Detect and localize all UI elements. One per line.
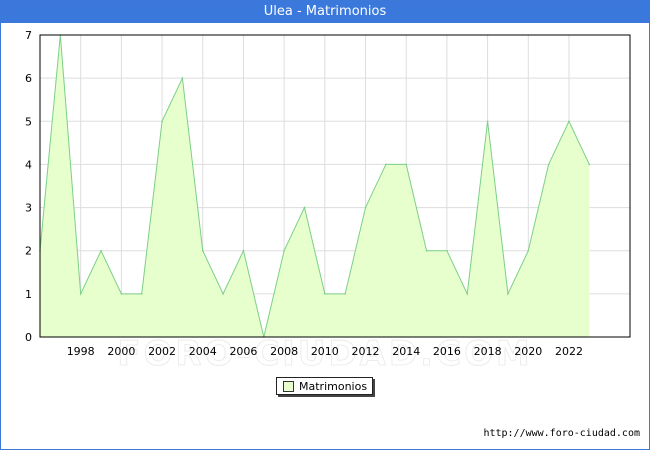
data-point <box>303 206 306 209</box>
data-point <box>324 293 326 295</box>
data-point <box>405 163 408 166</box>
x-tick-label: 2018 <box>474 345 502 358</box>
x-tick-label: 2016 <box>433 345 461 358</box>
x-tick-label: 2022 <box>555 345 583 358</box>
data-point <box>385 163 387 166</box>
x-tick-label: 1998 <box>67 345 95 358</box>
x-tick-label: 2012 <box>352 345 380 358</box>
x-tick-label: 2004 <box>189 345 217 358</box>
data-point <box>527 249 530 252</box>
data-point <box>588 163 591 166</box>
data-point <box>507 293 509 295</box>
legend-swatch <box>283 380 294 392</box>
data-point <box>344 293 346 295</box>
data-point <box>161 120 163 123</box>
y-tick-label: 7 <box>25 29 32 42</box>
legend-label: Matrimonios <box>299 379 368 393</box>
y-tick-label: 1 <box>25 288 32 301</box>
data-point <box>425 249 428 252</box>
data-point <box>242 249 245 252</box>
y-tick-label: 5 <box>25 115 32 128</box>
data-point <box>79 293 82 295</box>
data-point <box>547 163 550 166</box>
data-point <box>120 293 123 295</box>
x-tick-label: 2002 <box>148 345 176 358</box>
data-point <box>222 293 224 295</box>
y-tick-label: 6 <box>25 72 32 85</box>
x-tick-label: 2006 <box>229 345 257 358</box>
y-axis: 0 1 2 3 4 5 6 7 <box>25 29 32 344</box>
x-tick-label: 2014 <box>392 345 420 358</box>
data-point <box>466 293 469 295</box>
x-tick-label: 2000 <box>107 345 135 358</box>
data-point <box>283 249 285 252</box>
data-point <box>568 120 570 123</box>
legend: Matrimonios <box>276 377 373 395</box>
x-tick-label: 2008 <box>270 345 298 358</box>
y-tick-label: 2 <box>25 245 32 258</box>
data-point <box>181 77 184 79</box>
data-point <box>486 120 489 123</box>
y-tick-label: 3 <box>25 202 32 215</box>
data-point <box>201 249 204 252</box>
y-tick-label: 0 <box>25 331 32 344</box>
data-point <box>364 206 367 209</box>
source-url: http://www.foro-ciudad.com <box>483 428 640 439</box>
data-point <box>140 293 143 295</box>
series-area-matrimonios <box>40 35 590 337</box>
data-point <box>446 249 448 252</box>
x-tick-label: 2020 <box>514 345 542 358</box>
x-tick-label: 2010 <box>311 345 339 358</box>
y-tick-label: 4 <box>25 158 32 171</box>
data-point <box>100 249 102 252</box>
